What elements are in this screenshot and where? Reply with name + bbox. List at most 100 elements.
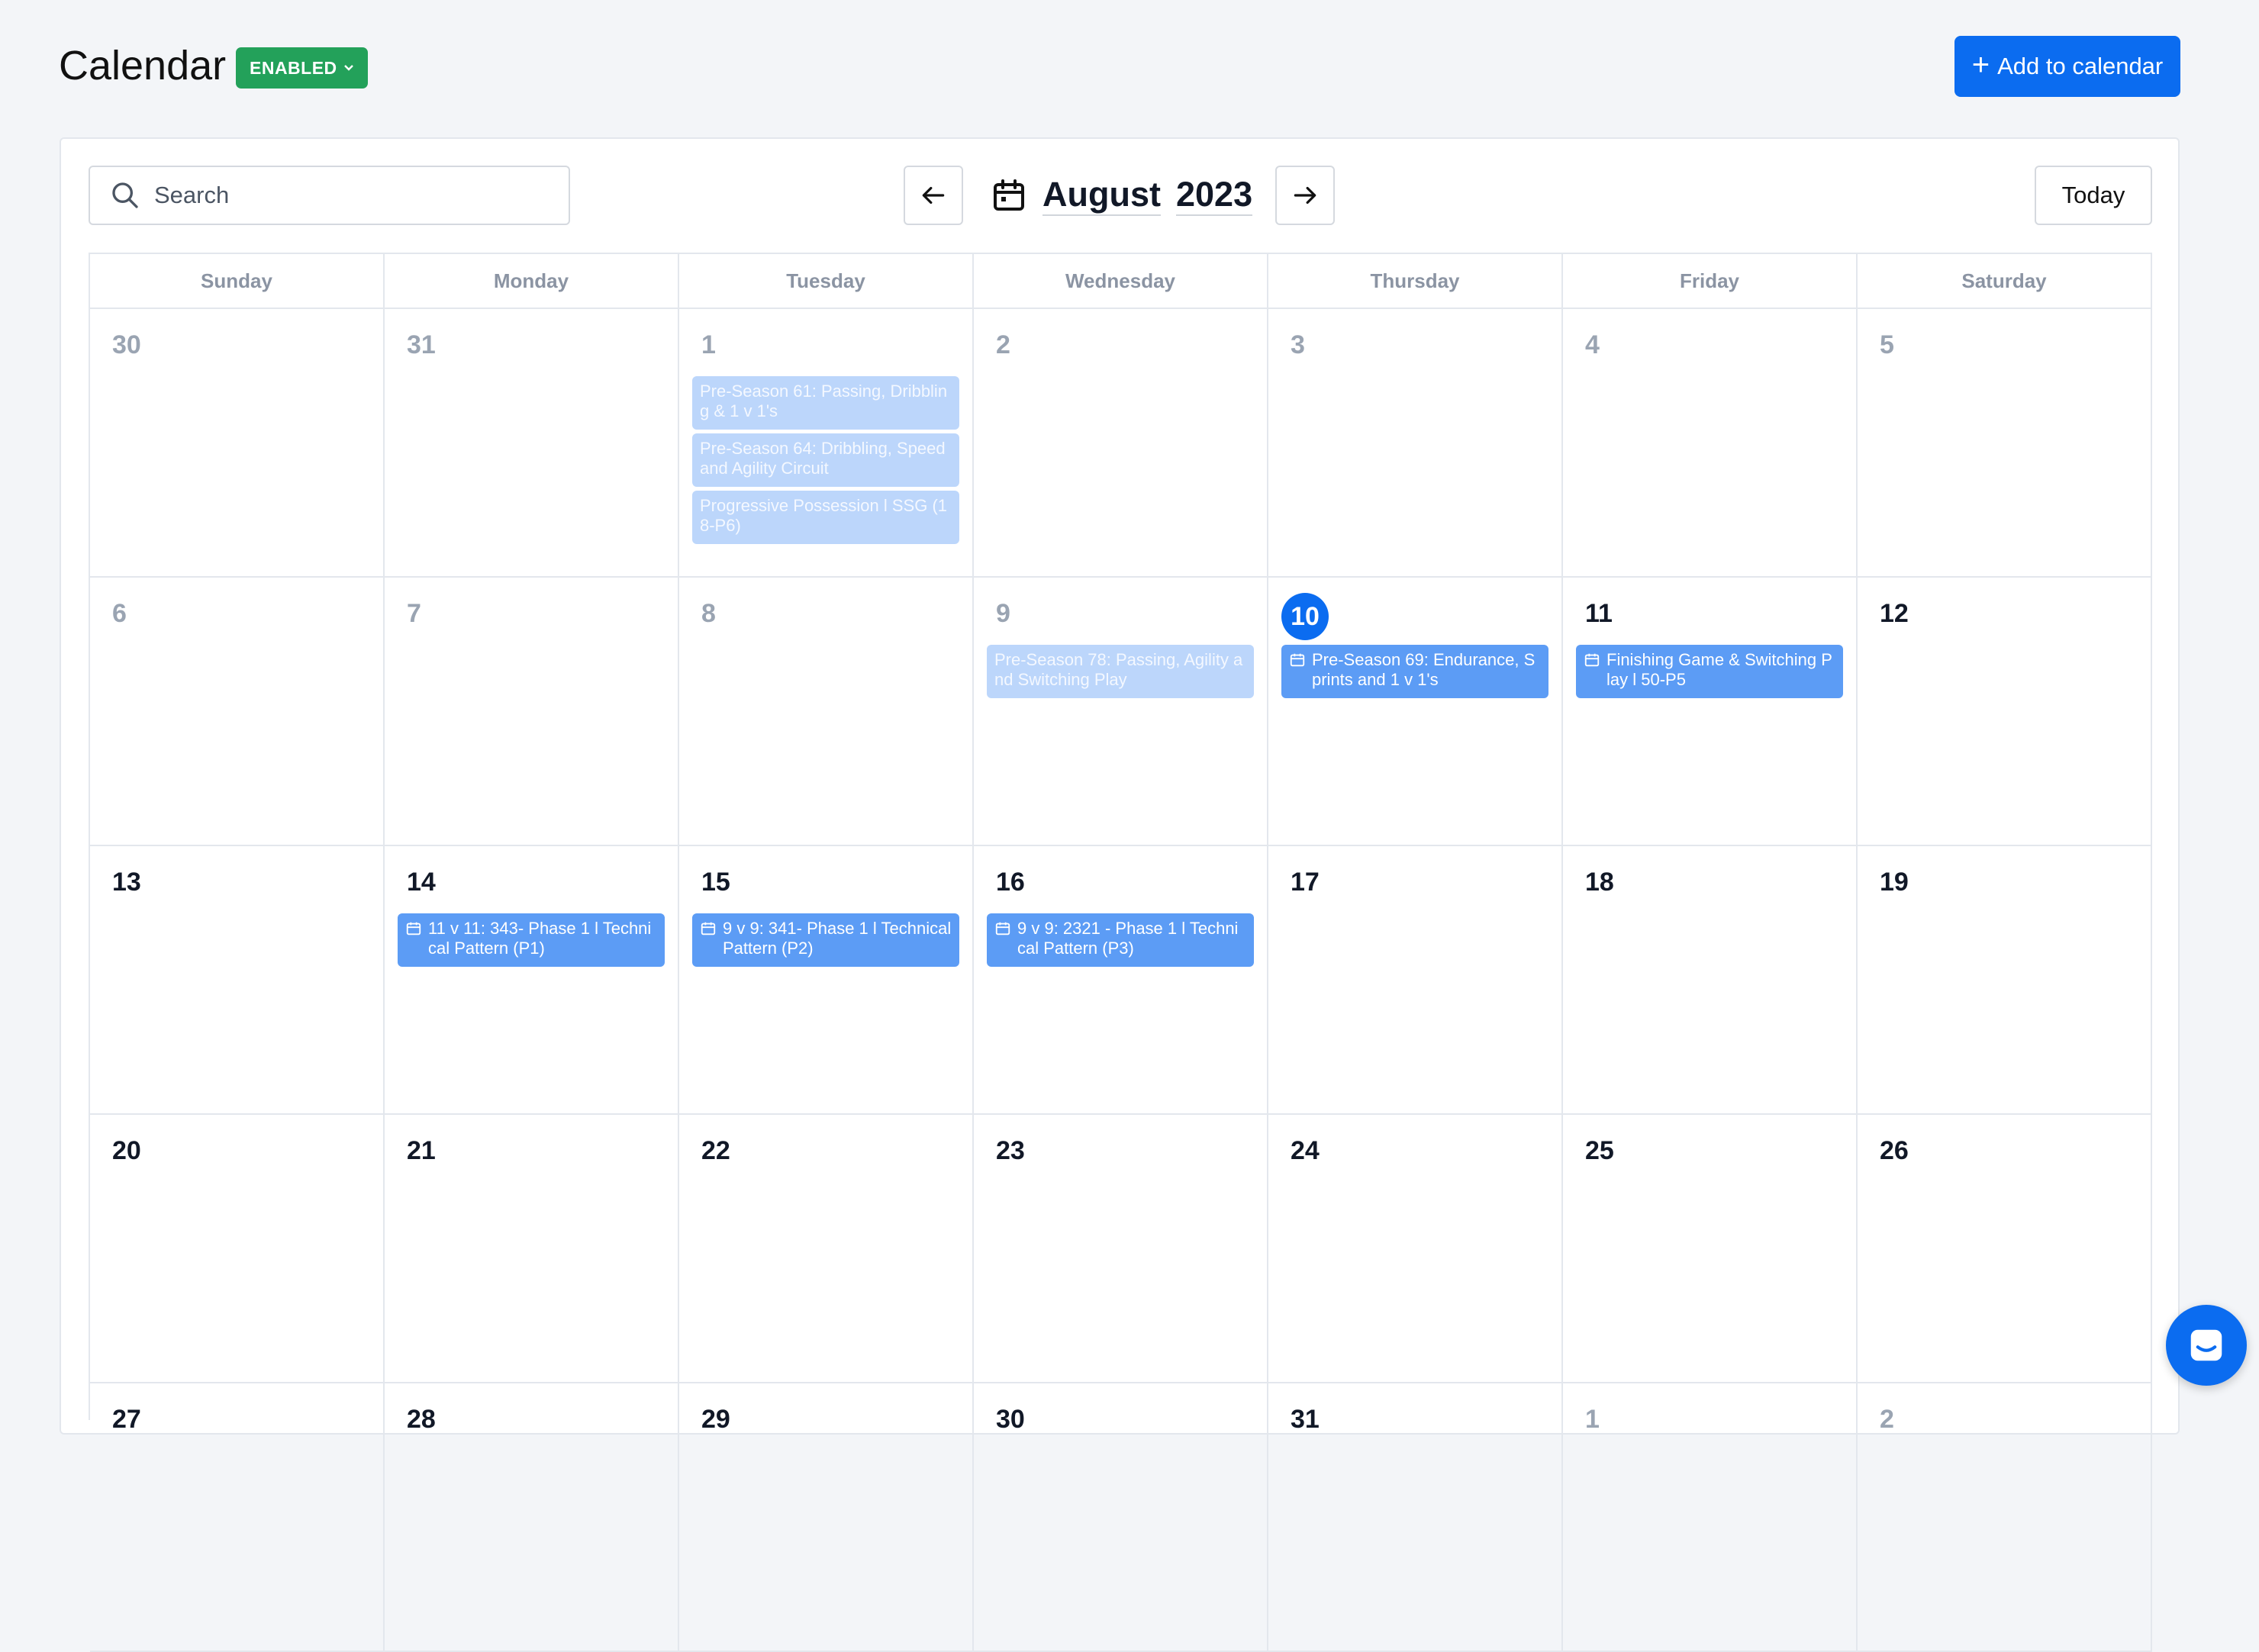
event-title: Pre-Season 61: Passing, Dribbling & 1 v …: [700, 382, 948, 420]
event-list: Pre-Season 69: Endurance, Sprints and 1 …: [1281, 645, 1548, 702]
day-cell[interactable]: 31: [1268, 1383, 1563, 1652]
search-input[interactable]: [154, 182, 551, 209]
weekday-label: Monday: [385, 254, 679, 309]
day-number: 9: [996, 599, 1010, 628]
day-number: 31: [1291, 1405, 1320, 1434]
day-cell[interactable]: 4: [1563, 309, 1858, 578]
calendar-event[interactable]: Progressive Possession l SSG (18-P6): [692, 491, 959, 544]
day-cell[interactable]: 2: [974, 309, 1268, 578]
event-list: 11 v 11: 343- Phase 1 l Technical Patter…: [398, 913, 665, 971]
plus-icon: +: [1971, 48, 1990, 82]
day-cell[interactable]: 8: [679, 578, 974, 846]
calendar-event[interactable]: Pre-Season 61: Passing, Dribbling & 1 v …: [692, 376, 959, 430]
calendar-icon: [994, 179, 1024, 211]
day-number: 29: [701, 1405, 730, 1434]
day-number: 8: [701, 599, 716, 628]
day-number: 1: [1585, 1405, 1600, 1434]
day-number: 5: [1880, 330, 1894, 359]
day-cell[interactable]: 24: [1268, 1115, 1563, 1383]
day-number: 26: [1880, 1136, 1909, 1165]
day-cell[interactable]: 23: [974, 1115, 1268, 1383]
search-icon: [112, 182, 138, 208]
day-number: 23: [996, 1136, 1025, 1165]
day-cell[interactable]: 19: [1858, 846, 2152, 1115]
day-cell[interactable]: 7: [385, 578, 679, 846]
day-cell[interactable]: 1: [1563, 1383, 1858, 1652]
event-list: Pre-Season 78: Passing, Agility and Swit…: [987, 645, 1254, 702]
day-number: 31: [407, 330, 436, 359]
page-header: Calendar ENABLED + Add to calendar: [0, 0, 2259, 130]
page-title: Calendar: [59, 43, 227, 89]
calendar-event[interactable]: Finishing Game & Switching Play l 50-P5: [1576, 645, 1843, 698]
search-box[interactable]: [89, 166, 570, 225]
day-number: 14: [407, 868, 436, 897]
day-number: 20: [112, 1136, 141, 1165]
day-cell[interactable]: 6: [90, 578, 385, 846]
calendar-event[interactable]: 9 v 9: 2321 - Phase 1 l Technical Patter…: [987, 913, 1254, 967]
day-cell[interactable]: 29: [679, 1383, 974, 1652]
day-number: 15: [701, 868, 730, 897]
weekday-label: Thursday: [1268, 254, 1563, 309]
day-cell[interactable]: 26: [1858, 1115, 2152, 1383]
month-select[interactable]: August: [1042, 175, 1161, 216]
week-row: 30 31 1 Pre-Season 61: Passing, Dribbling &…: [90, 309, 2152, 578]
day-cell[interactable]: 1 Pre-Season 61: Passing, Dribbling & 1 v…: [679, 309, 974, 578]
chevron-down-icon: [343, 65, 353, 71]
day-cell[interactable]: 27: [90, 1383, 385, 1652]
day-cell[interactable]: 5: [1858, 309, 2152, 578]
next-month-button[interactable]: [1275, 166, 1335, 225]
day-cell[interactable]: 3: [1268, 309, 1563, 578]
year-select[interactable]: 2023: [1175, 175, 1253, 216]
day-number: 6: [112, 599, 127, 628]
day-cell[interactable]: 20: [90, 1115, 385, 1383]
calendar-event-icon: [994, 920, 1011, 961]
status-dropdown[interactable]: ENABLED: [236, 47, 368, 89]
day-number: 18: [1585, 868, 1614, 897]
event-list: 9 v 9: 341- Phase 1 l Technical Pattern …: [692, 913, 959, 971]
day-cell[interactable]: 22: [679, 1115, 974, 1383]
calendar-event[interactable]: Pre-Season 64: Dribbling, Speed and Agil…: [692, 433, 959, 487]
weekday-label: Wednesday: [974, 254, 1268, 309]
event-list: Finishing Game & Switching Play l 50-P5: [1576, 645, 1843, 702]
day-cell[interactable]: 2: [1858, 1383, 2152, 1652]
arrow-left-icon: [922, 186, 945, 204]
event-title: Progressive Possession l SSG (18-P6): [700, 496, 948, 535]
month-grid: Sunday Monday Tuesday Wednesday Thursday Frid…: [89, 253, 2152, 1652]
day-cell[interactable]: 30: [974, 1383, 1268, 1652]
day-number: 17: [1291, 868, 1320, 897]
calendar-event[interactable]: Pre-Season 78: Passing, Agility and Swit…: [987, 645, 1254, 698]
calendar-event[interactable]: 11 v 11: 343- Phase 1 l Technical Patter…: [398, 913, 665, 967]
day-cell[interactable]: 31: [385, 309, 679, 578]
day-cell[interactable]: 11 Finishing Game & Switching Play l 50-P…: [1563, 578, 1858, 846]
day-cell[interactable]: 18: [1563, 846, 1858, 1115]
event-title: 11 v 11: 343- Phase 1 l Technical Patter…: [428, 919, 652, 958]
day-cell[interactable]: 13: [90, 846, 385, 1115]
day-cell[interactable]: 15 9 v 9: 341- Phase 1 l Technical Patter…: [679, 846, 974, 1115]
week-row: 6 7 8 9 Pre-Season 78: Passing, Agility and …: [90, 578, 2152, 846]
day-number: 30: [996, 1405, 1025, 1434]
calendar-event-icon: [1584, 652, 1600, 693]
day-cell[interactable]: 14 11 v 11: 343- Phase 1 l Technical Patt…: [385, 846, 679, 1115]
day-cell[interactable]: 21: [385, 1115, 679, 1383]
calendar-event[interactable]: Pre-Season 69: Endurance, Sprints and 1 …: [1281, 645, 1548, 698]
week-row: 27 28 29 30 31 1 2: [90, 1383, 2152, 1652]
day-cell[interactable]: 30: [90, 309, 385, 578]
day-number: 19: [1880, 868, 1909, 897]
day-cell[interactable]: 9 Pre-Season 78: Passing, Agility and Swi…: [974, 578, 1268, 846]
day-cell[interactable]: 17: [1268, 846, 1563, 1115]
weekday-label: Saturday: [1858, 254, 2152, 309]
day-cell[interactable]: 25: [1563, 1115, 1858, 1383]
previous-month-button[interactable]: [904, 166, 963, 225]
chat-support-button[interactable]: [2166, 1305, 2247, 1386]
weekday-header: Sunday Monday Tuesday Wednesday Thursday Frid…: [90, 254, 2152, 309]
chat-icon: [2190, 1329, 2222, 1361]
day-cell[interactable]: 16 9 v 9: 2321 - Phase 1 l Technical Patt…: [974, 846, 1268, 1115]
day-cell[interactable]: 12: [1858, 578, 2152, 846]
calendar-event[interactable]: 9 v 9: 341- Phase 1 l Technical Pattern …: [692, 913, 959, 967]
day-cell-today[interactable]: 10 Pre-Season 69: Endurance, Sprints and …: [1268, 578, 1563, 846]
today-button[interactable]: Today: [2035, 166, 2152, 225]
day-cell[interactable]: 28: [385, 1383, 679, 1652]
arrow-right-icon: [1294, 186, 1316, 204]
add-to-calendar-button[interactable]: + Add to calendar: [1954, 36, 2180, 97]
day-number: 13: [112, 868, 141, 897]
